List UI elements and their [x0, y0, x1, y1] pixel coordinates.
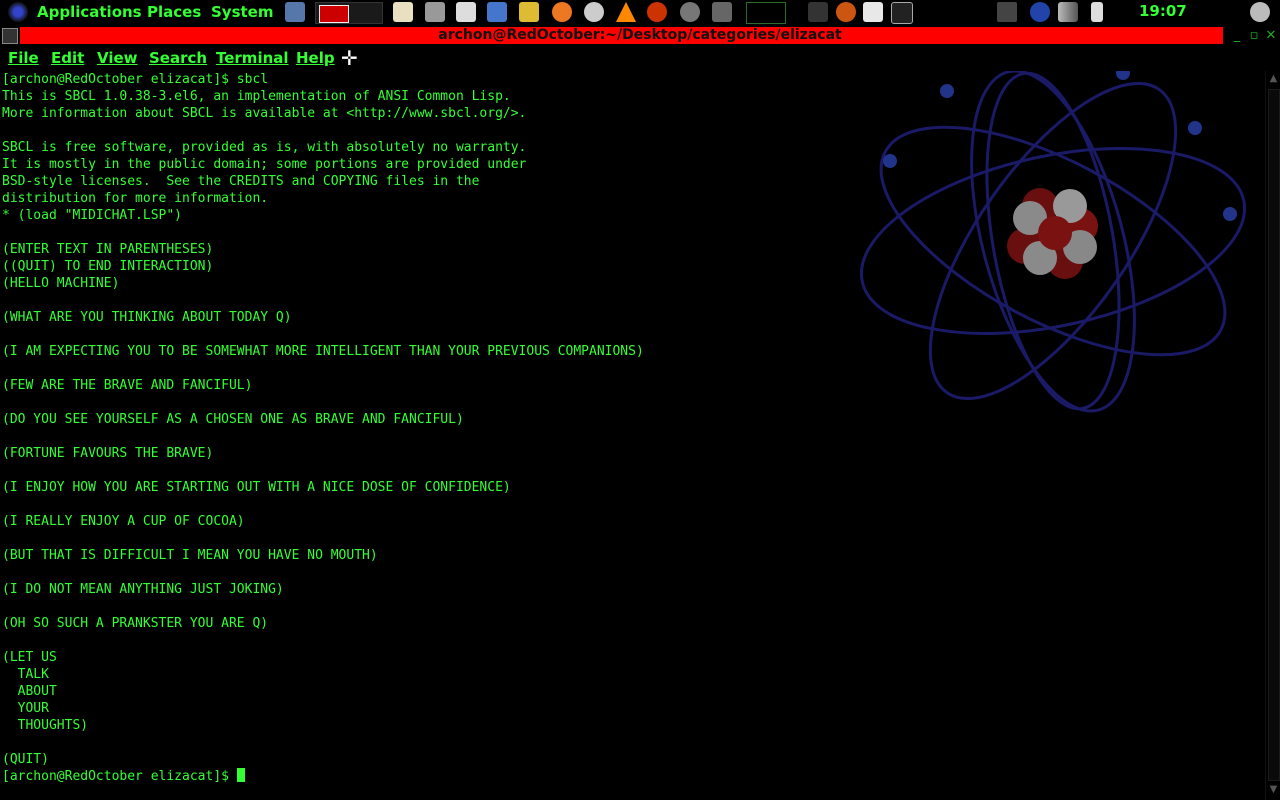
photo-viewer-icon[interactable] [285, 2, 305, 22]
terminal-line: (FORTUNE FAVOURS THE BRAVE) [2, 446, 214, 461]
terminal-line: This is SBCL 1.0.38-3.el6, an implementa… [2, 89, 511, 104]
notes-icon[interactable] [863, 2, 883, 22]
scroll-down-icon[interactable]: ▼ [1267, 783, 1280, 797]
calculator-icon[interactable] [425, 2, 445, 22]
scroll-up-icon[interactable]: ▲ [1267, 72, 1280, 86]
vlc-icon[interactable] [616, 2, 636, 22]
text-editor-icon[interactable] [393, 2, 413, 22]
menu-edit[interactable]: Edit [51, 48, 84, 68]
terminal-line: (BUT THAT IS DIFFICULT I MEAN YOU HAVE N… [2, 548, 378, 563]
panel-clock[interactable]: 19:07 [1139, 2, 1187, 20]
terminal-line: YOUR [2, 701, 49, 716]
terminal-line: SBCL is free software, provided as is, w… [2, 140, 527, 155]
menu-terminal[interactable]: Terminal [216, 48, 289, 68]
dictionary-icon[interactable] [456, 2, 476, 22]
menu-file[interactable]: File [8, 48, 39, 68]
crosshair-cursor-icon: ✛ [341, 46, 358, 70]
terminal-line: (I DO NOT MEAN ANYTHING JUST JOKING) [2, 582, 284, 597]
terminal-line: [archon@RedOctober elizacat]$ sbcl [2, 72, 269, 87]
terminal-line: (I REALLY ENJOY A CUP OF COCOA) [2, 514, 245, 529]
applications-menu[interactable]: Applications [37, 1, 142, 23]
system-monitor-graph[interactable] [746, 2, 786, 24]
settings-gear-icon[interactable] [680, 2, 700, 22]
maximize-icon[interactable]: ▫ [1246, 27, 1262, 44]
terminal-menubar: File Edit View Search Terminal Help ✛ [0, 46, 1280, 70]
terminal-scrollbar[interactable]: ▲ ▼ [1265, 71, 1280, 800]
menu-search[interactable]: Search [149, 48, 207, 68]
file-manager-icon[interactable] [487, 2, 507, 22]
terminal-line: distribution for more information. [2, 191, 269, 206]
terminal-icon [319, 5, 349, 23]
terminal-line: (I AM EXPECTING YOU TO BE SOMEWHAT MORE … [2, 344, 644, 359]
terminal-line: (WHAT ARE YOU THINKING ABOUT TODAY Q) [2, 310, 292, 325]
minimize-icon[interactable]: _ [1229, 27, 1245, 44]
terminal-line: ABOUT [2, 684, 57, 699]
terminal-launcher-icon[interactable] [891, 2, 913, 24]
terminal-line: (QUIT) [2, 752, 49, 767]
network-signal-icon[interactable] [1058, 2, 1078, 22]
terminal-line: TALK [2, 667, 49, 682]
menu-view[interactable]: View [97, 48, 138, 68]
terminal-taskbar-button[interactable] [315, 2, 383, 24]
terminal-line: (ENTER TEXT IN PARENTHESES) [2, 242, 214, 257]
terminal-line: BSD-style licenses. See the CREDITS and … [2, 174, 480, 189]
terminal-line: It is mostly in the public domain; some … [2, 157, 527, 172]
window-title: archon@RedOctober:~/Desktop/categories/e… [438, 27, 842, 43]
places-menu[interactable]: Places [147, 1, 201, 23]
top-panel: Applications Places System 19:07 [0, 0, 1280, 24]
system-menu[interactable]: System [211, 1, 273, 23]
terminal-line: * (load "MIDICHAT.LSP") [2, 208, 183, 223]
media-burner-icon[interactable] [647, 2, 667, 22]
text-cursor [236, 768, 245, 782]
terminal-output: [archon@RedOctober elizacat]$ sbcl This … [2, 71, 644, 785]
terminal-line: (OH SO SUCH A PRANKSTER YOU ARE Q) [2, 616, 269, 631]
workspace-switcher-icon[interactable] [808, 2, 828, 22]
battery-icon[interactable] [1091, 2, 1103, 22]
close-icon[interactable]: ✕ [1263, 27, 1279, 44]
volume-icon[interactable] [997, 2, 1017, 22]
tea-timer-icon[interactable] [519, 2, 539, 22]
terminal-line: ((QUIT) TO END INTERACTION) [2, 259, 214, 274]
window-titlebar[interactable]: archon@RedOctober:~/Desktop/categories/e… [0, 27, 1280, 44]
shell-prompt: [archon@RedOctober elizacat]$ [2, 769, 237, 784]
terminal-line: (FEW ARE THE BRAVE AND FANCIFUL) [2, 378, 253, 393]
gnome-foot-icon[interactable] [8, 2, 28, 22]
scrollbar-thumb[interactable] [1268, 89, 1280, 781]
mail-icon[interactable] [584, 2, 604, 22]
terminal-line: (I ENJOY HOW YOU ARE STARTING OUT WITH A… [2, 480, 511, 495]
firefox-icon[interactable] [552, 2, 572, 22]
browser-icon[interactable] [836, 2, 856, 22]
terminal-line: THOUGHTS) [2, 718, 89, 733]
camera-icon[interactable] [712, 2, 732, 22]
terminal-line: (HELLO MACHINE) [2, 276, 120, 291]
atom-wallpaper [859, 71, 1247, 413]
bluetooth-icon[interactable] [1030, 2, 1050, 22]
terminal-line: (DO YOU SEE YOURSELF AS A CHOSEN ONE AS … [2, 412, 464, 427]
menu-help[interactable]: Help [296, 48, 335, 68]
power-icon[interactable] [1250, 2, 1270, 22]
terminal-line: (LET US [2, 650, 57, 665]
terminal-line: More information about SBCL is available… [2, 106, 527, 121]
